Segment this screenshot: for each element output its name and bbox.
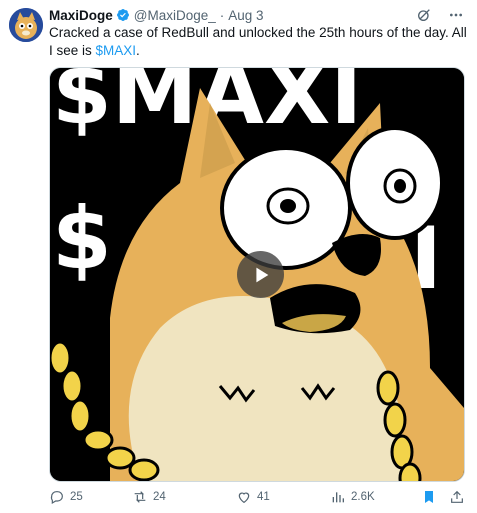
cashtag-link[interactable]: $MAXI — [96, 43, 137, 58]
views-icon — [332, 492, 344, 503]
more-icon[interactable] — [447, 6, 465, 24]
repost-icon — [134, 491, 146, 503]
like-icon — [238, 492, 250, 504]
separator-dot: · — [219, 7, 225, 23]
repost-count: 24 — [153, 491, 166, 503]
author-name[interactable]: MaxiDoge — [49, 8, 113, 23]
play-button[interactable] — [237, 251, 284, 298]
repost-button[interactable]: 24 — [132, 489, 166, 505]
author-handle[interactable]: @MaxiDoge_ — [134, 8, 216, 23]
views-count: 2.6K — [351, 491, 375, 503]
play-icon — [255, 267, 268, 282]
grok-icon[interactable] — [415, 6, 433, 24]
tweet-card[interactable]: MaxiDoge @MaxiDoge_ · Aug 3 Cracked a ca… — [0, 0, 477, 513]
tweet-text-end: . — [136, 43, 140, 58]
tweet-text: Cracked a case of RedBull and unlocked t… — [49, 24, 469, 60]
action-bar: 25 24 41 2.6K — [49, 487, 467, 507]
share-icon — [451, 490, 463, 503]
verified-icon — [116, 8, 130, 22]
tweet-header: MaxiDoge @MaxiDoge_ · Aug 3 — [49, 6, 264, 24]
reply-icon — [50, 491, 63, 505]
views-button[interactable]: 2.6K — [330, 489, 375, 505]
bookmark-icon — [425, 491, 433, 503]
overlay-text-dollar: $ — [52, 189, 112, 289]
bookmark-button[interactable] — [421, 489, 437, 505]
tweet-date[interactable]: Aug 3 — [228, 8, 263, 23]
tweet-top-icons — [415, 6, 465, 24]
reply-count: 25 — [70, 491, 83, 503]
like-button[interactable]: 41 — [236, 489, 270, 505]
avatar[interactable] — [9, 8, 43, 42]
like-count: 41 — [257, 491, 270, 503]
video-media[interactable]: $MAXI $ I — [49, 67, 465, 482]
reply-button[interactable]: 25 — [49, 489, 83, 505]
share-button[interactable] — [449, 489, 465, 505]
